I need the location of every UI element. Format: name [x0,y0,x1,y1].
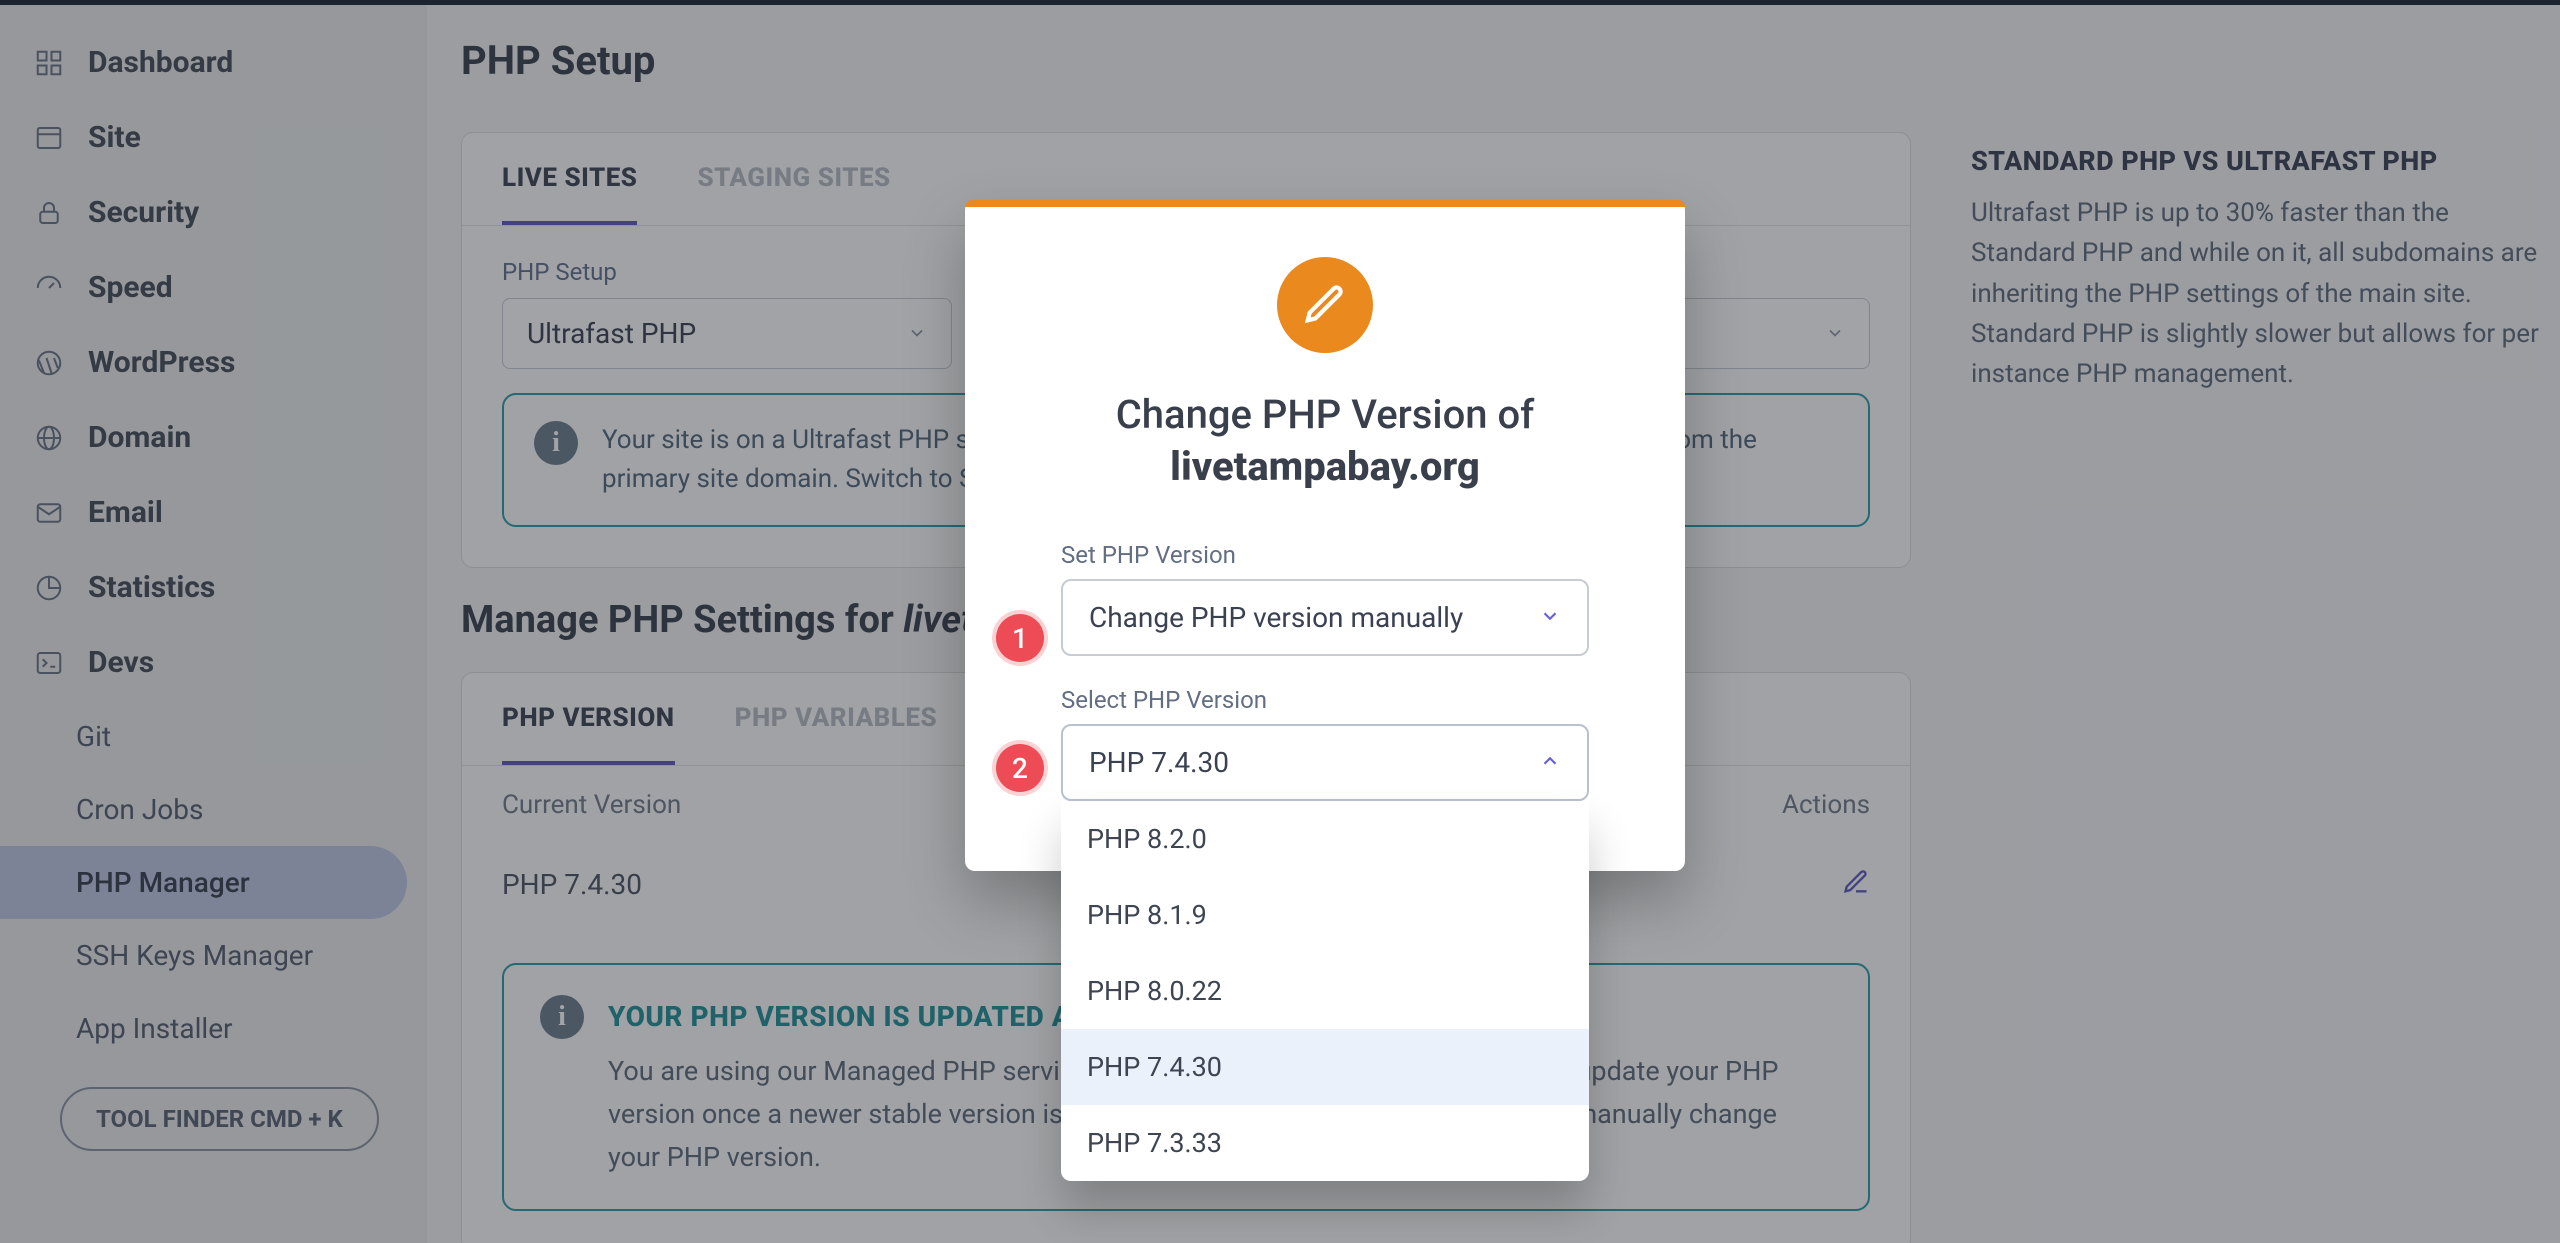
php-option[interactable]: PHP 7.3.33 [1061,1105,1589,1181]
pencil-icon [1277,257,1373,353]
chevron-up-icon [1539,746,1561,779]
php-option[interactable]: PHP 7.4.30 [1061,1029,1589,1105]
php-option[interactable]: PHP 8.2.0 [1061,801,1589,877]
select-php-value: PHP 7.4.30 [1089,746,1229,779]
chevron-down-icon [1539,601,1561,634]
select-php-select[interactable]: PHP 7.4.30 [1061,724,1589,801]
select-php-group: Select PHP Version PHP 7.4.30 PHP 8.2.0 … [1061,686,1589,801]
php-option[interactable]: PHP 8.1.9 [1061,877,1589,953]
modal-body: Change PHP Version of livetampabay.org S… [965,207,1685,801]
set-php-value: Change PHP version manually [1089,601,1463,634]
set-php-select[interactable]: Change PHP version manually [1061,579,1589,656]
modal-title-domain: livetampabay.org [1061,441,1589,493]
step-badge-1: 1 [996,614,1044,662]
modal-accent-bar [965,200,1685,207]
select-php-label: Select PHP Version [1061,686,1589,714]
set-php-group: Set PHP Version Change PHP version manua… [1061,541,1589,656]
modal-title: Change PHP Version of livetampabay.org [1061,389,1589,493]
step-badge-2: 2 [996,744,1044,792]
change-php-modal: Change PHP Version of livetampabay.org S… [965,200,1685,871]
set-php-label: Set PHP Version [1061,541,1589,569]
php-option[interactable]: PHP 8.0.22 [1061,953,1589,1029]
php-version-dropdown: PHP 8.2.0 PHP 8.1.9 PHP 8.0.22 PHP 7.4.3… [1061,801,1589,1181]
modal-title-line1: Change PHP Version of [1116,391,1535,438]
